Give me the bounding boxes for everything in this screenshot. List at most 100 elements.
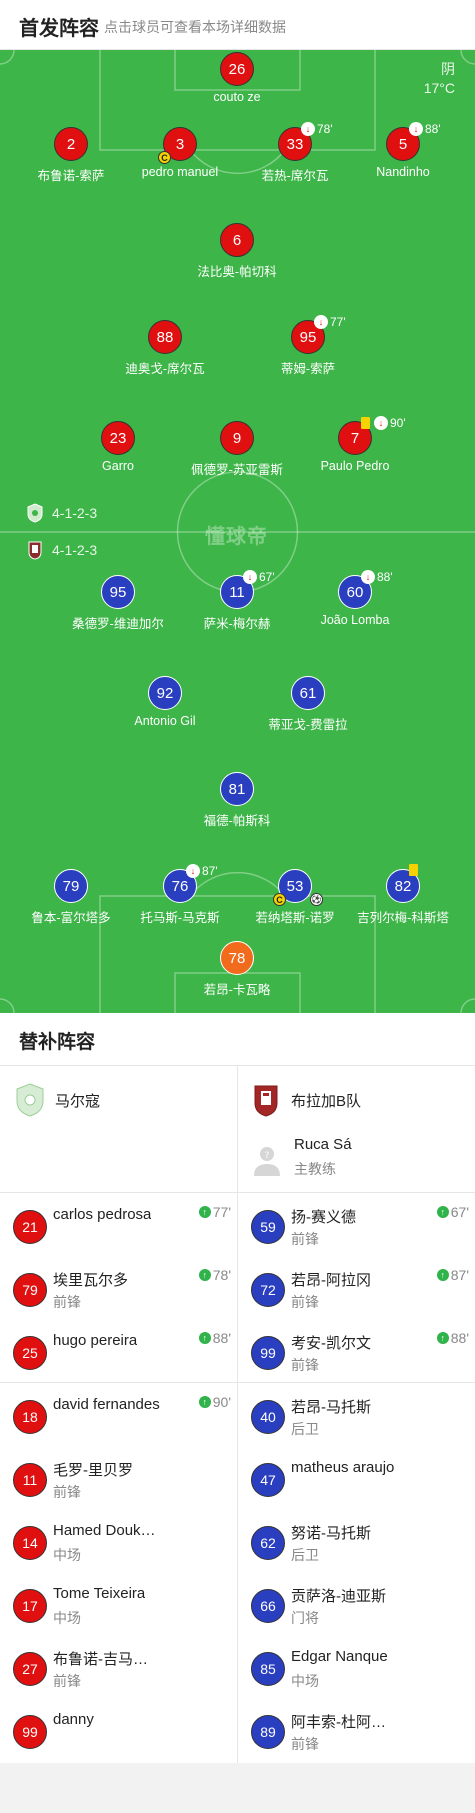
player-name: Nandinho — [376, 165, 430, 179]
sub-in-text: 78' — [212, 1267, 231, 1283]
player-name: Paulo Pedro — [320, 459, 390, 473]
player-name: david fernandes — [53, 1396, 160, 1413]
player-home-1[interactable]: 2 布鲁诺-索萨 — [11, 127, 131, 184]
sub-out-icon: ↓ — [314, 315, 328, 329]
sub-in-time: ↑ 88' — [198, 1330, 231, 1346]
player-away-0[interactable]: 95 桑德罗-维迪加尔 — [58, 575, 178, 632]
player-position: 后卫 — [291, 1547, 319, 1563]
lineup-header: 首发阵容 点击球员可查看本场详细数据 — [0, 0, 475, 50]
sub-in-text: 90' — [212, 1394, 231, 1410]
player-name: 萨米-梅尔赫 — [203, 617, 271, 631]
sub-time: 90' — [390, 416, 406, 430]
home-team-crest-icon — [16, 1083, 44, 1117]
player-name: 若昂-阿拉冈 — [291, 1272, 371, 1289]
player-number: 95 — [101, 575, 135, 609]
away-formation: 4-1-2-3 — [26, 540, 97, 560]
player-number: 25 — [13, 1336, 47, 1370]
sub-home-1[interactable]: 79 埃里瓦尔多 前锋 ↑ 78' — [0, 1256, 237, 1318]
player-name: pedro manuel — [141, 165, 219, 179]
player-home-8[interactable]: 23 Garro — [58, 421, 178, 473]
sub-away-6[interactable]: 66 贡萨洛-迪亚斯 门将 — [238, 1572, 475, 1634]
sub-home-5[interactable]: 14 Hamed Douk… 中场 — [0, 1509, 237, 1571]
player-away-5[interactable]: 81 福德-帕斯科 — [177, 772, 297, 829]
player-away-8[interactable]: 53 C ⚽ 若纳塔斯-诺罗 — [235, 869, 355, 926]
player-away-1[interactable]: 11 ↓ 67' 萨米-梅尔赫 — [177, 570, 297, 632]
sub-away-7[interactable]: 85 Edgar Nanque 中场 — [238, 1635, 475, 1697]
player-position: 后卫 — [291, 1421, 319, 1437]
sub-out-icon: ↓ — [361, 570, 375, 584]
weather-info: 阴 17°C — [424, 60, 455, 98]
sub-away-4[interactable]: 47 matheus araujo — [238, 1446, 475, 1508]
player-name: 法比奥-帕切科 — [197, 265, 277, 279]
sub-away-1[interactable]: 72 若昂-阿拉冈 前锋 ↑ 87' — [238, 1256, 475, 1318]
player-position: 中场 — [291, 1673, 319, 1689]
player-home-10[interactable]: 7 ↓ 90' Paulo Pedro — [295, 416, 415, 473]
player-number: 66 — [251, 1589, 285, 1623]
player-away-2[interactable]: 60 ↓ 88' João Lomba — [295, 570, 415, 627]
player-away-3[interactable]: 92 Antonio Gil — [105, 676, 225, 728]
sub-away-5[interactable]: 62 努诺-马托斯 后卫 — [238, 1509, 475, 1571]
player-name: 若昂-马托斯 — [291, 1399, 371, 1416]
sub-away-8[interactable]: 89 阿丰索-杜阿… 前锋 — [238, 1698, 475, 1760]
captain-badge: C — [158, 151, 171, 164]
player-name: 考安-凯尔文 — [291, 1335, 371, 1352]
player-number: 27 — [13, 1652, 47, 1686]
player-number: 17 — [13, 1589, 47, 1623]
player-name: carlos pedrosa — [53, 1206, 152, 1223]
sub-home-8[interactable]: 99 danny — [0, 1698, 237, 1760]
player-home-9[interactable]: 9 佩德罗-苏亚雷斯 — [177, 421, 297, 478]
pitch: 阴 17°C 懂球帝 4-1-2-3 4-1-2-3 26 couto ze 2… — [0, 50, 475, 1013]
sub-time: 88' — [425, 122, 441, 136]
player-home-7[interactable]: 95 ↓ 77' 蒂姆-索萨 — [248, 315, 368, 377]
sub-home-0[interactable]: 21 carlos pedrosa ↑ 77' — [0, 1193, 237, 1255]
player-home-5[interactable]: 6 法比奥-帕切科 — [177, 223, 297, 280]
player-number: 47 — [251, 1463, 285, 1497]
sub-away-2[interactable]: 99 考安-凯尔文 前锋 ↑ 88' — [238, 1319, 475, 1381]
sub-home-7[interactable]: 27 布鲁诺-吉马… 前锋 — [0, 1635, 237, 1697]
player-home-3[interactable]: 33 ↓ 78' 若热-席尔瓦 — [235, 122, 355, 184]
player-number: 3C — [158, 127, 197, 164]
svg-text:?: ? — [265, 1151, 270, 1161]
player-home-2[interactable]: 3C pedro manuel — [120, 127, 240, 179]
sub-home-3[interactable]: 18 david fernandes ↑ 90' — [0, 1383, 237, 1445]
captain-badge: C — [273, 893, 286, 906]
home-formation-label: 4-1-2-3 — [52, 505, 98, 521]
player-number: 78 — [220, 941, 254, 975]
player-away-9[interactable]: 82 吉列尔梅-科斯塔 — [343, 864, 463, 926]
sub-home-4[interactable]: 11 毛罗-里贝罗 前锋 — [0, 1446, 237, 1508]
player-position: 中场 — [53, 1610, 81, 1626]
sub-in-icon: ↑ — [198, 1332, 211, 1344]
player-away-7[interactable]: 76 ↓ 87' 托马斯-马克斯 — [120, 864, 240, 926]
sub-home-6[interactable]: 17 Tome Teixeira 中场 — [0, 1572, 237, 1634]
player-number: 23 — [101, 421, 135, 455]
player-name: 若热-席尔瓦 — [261, 169, 329, 183]
player-name: 埃里瓦尔多 — [53, 1272, 129, 1289]
player-number-text: 95 — [299, 328, 317, 346]
home-formation: 4-1-2-3 — [26, 503, 97, 523]
sub-away-3[interactable]: 40 若昂-马托斯 后卫 — [238, 1383, 475, 1445]
sub-away-0[interactable]: 59 扬-赛义德 前锋 ↑ 67' — [238, 1193, 475, 1255]
player-away-10[interactable]: 78 若昂-卡瓦略 — [177, 941, 297, 998]
player-home-6[interactable]: 88 迪奥戈-席尔瓦 — [105, 320, 225, 377]
player-number-text: 7 — [350, 429, 360, 447]
player-name: 佩德罗-苏亚雷斯 — [191, 463, 283, 477]
player-away-6[interactable]: 79 鲁本-富尔塔多 — [11, 869, 131, 926]
player-name: hugo pereira — [53, 1332, 138, 1349]
player-name: 努诺-马托斯 — [291, 1525, 371, 1542]
player-number: 79 — [54, 869, 88, 903]
page-title: 首发阵容 — [19, 18, 99, 40]
player-number: 99 — [251, 1336, 285, 1370]
sub-in-text: 88' — [212, 1330, 231, 1346]
player-position: 门将 — [291, 1610, 319, 1626]
player-away-4[interactable]: 61 蒂亚戈-费雷拉 — [248, 676, 368, 733]
away-coach[interactable]: ? Ruca Sá 主教练 — [252, 1133, 352, 1181]
player-number: 62 — [251, 1526, 285, 1560]
player-home-4[interactable]: 5 ↓ 88' Nandinho — [343, 122, 463, 179]
coach-avatar-icon: ? — [254, 1147, 280, 1176]
sub-home-2[interactable]: 25 hugo pereira ↑ 88' — [0, 1319, 237, 1381]
player-name: Antonio Gil — [134, 714, 196, 728]
player-home-0[interactable]: 26 couto ze — [177, 52, 297, 104]
player-name: Garro — [102, 459, 134, 473]
substitution-marker: ↓ 78' — [301, 122, 333, 136]
player-number: 21 — [13, 1210, 47, 1244]
